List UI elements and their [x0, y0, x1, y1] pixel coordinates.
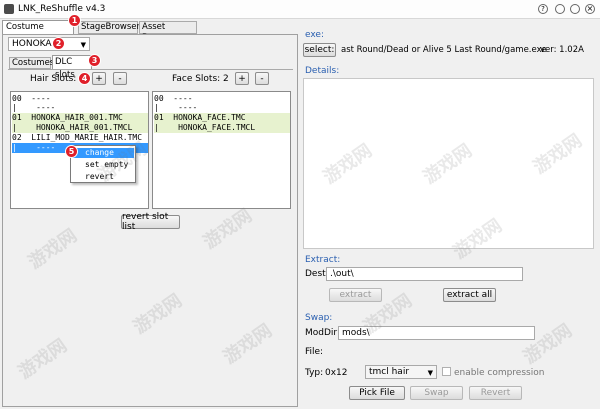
character-select[interactable]: HONOKA ▼ [8, 37, 90, 51]
hair-add-button[interactable]: + [92, 72, 106, 85]
help-icon[interactable]: ? [538, 4, 548, 14]
maximize-icon[interactable] [570, 4, 580, 14]
swap-group-title: Swap: [305, 313, 333, 323]
subtab-dlc-slots[interactable]: DLC slots [52, 55, 92, 80]
select-exe-button[interactable]: select: [303, 43, 336, 57]
window-title: LNK_ReShuffle v4.3 [18, 4, 106, 14]
list-item[interactable]: | HONOKA_FACE.TMCL [154, 123, 290, 133]
annotation-marker: 2 [52, 37, 65, 50]
minimize-icon[interactable] [555, 4, 565, 14]
file-label: File: [305, 347, 324, 357]
menu-item-change[interactable]: change [72, 148, 134, 158]
compression-label: enable compression [454, 368, 545, 378]
watermark: 游戏网 [519, 320, 576, 369]
type-select-value: tmcl hair [369, 367, 410, 377]
subtab-costumes[interactable]: Costumes [9, 57, 54, 69]
list-item[interactable]: | ---- [12, 103, 148, 113]
context-menu: change set empty revert [70, 145, 136, 183]
details-box [303, 78, 594, 249]
extract-button[interactable]: extract [329, 288, 382, 302]
face-remove-button[interactable]: - [255, 72, 269, 85]
list-item[interactable]: | HONOKA_HAIR_001.TMCL [12, 123, 148, 133]
main-tab-bar: Costume Browser StageBrowser Asset Brows… [2, 20, 298, 45]
dest-input[interactable]: .\out\ [326, 267, 523, 281]
typ-label: Typ: [305, 368, 324, 378]
hair-slots-label: Hair Slots: 3 [30, 74, 85, 84]
character-select-value: HONOKA [12, 39, 52, 49]
list-item[interactable]: | ---- [154, 103, 290, 113]
app-icon [4, 4, 14, 14]
swap-button[interactable]: Swap [410, 386, 463, 400]
face-slots-label: Face Slots: 2 [172, 74, 229, 84]
tab-asset-browser[interactable]: Asset Browser [139, 21, 197, 43]
moddir-input[interactable]: mods\ [338, 326, 535, 340]
chevron-down-icon: ▼ [80, 41, 86, 49]
typ-value: 0x12 [325, 368, 348, 378]
exe-version: ver: 1.02A [540, 45, 584, 55]
face-slot-list[interactable]: 00 ---- | ---- 01 HONOKA_FACE.TMC | HONO… [152, 91, 291, 209]
compression-checkbox[interactable] [442, 367, 451, 376]
annotation-marker: 3 [88, 54, 101, 67]
extract-all-button[interactable]: extract all [443, 288, 496, 302]
chevron-down-icon: ▼ [427, 369, 433, 377]
exe-group-title: exe: [305, 30, 324, 40]
close-icon[interactable]: × [585, 4, 595, 14]
type-select[interactable]: tmcl hair ▼ [365, 365, 437, 379]
exe-path: ast Round/Dead or Alive 5 Last Round/gam… [341, 45, 547, 55]
tab-costume-browser[interactable]: Costume Browser [2, 20, 74, 45]
pick-file-button[interactable]: Pick File [349, 386, 405, 400]
menu-item-set-empty[interactable]: set empty [72, 160, 134, 170]
revert-button[interactable]: Revert [469, 386, 522, 400]
title-bar: LNK_ReShuffle v4.3 ? × [0, 0, 600, 19]
face-add-button[interactable]: + [235, 72, 249, 85]
details-group-title: Details: [305, 66, 340, 76]
hair-remove-button[interactable]: - [113, 72, 127, 85]
tab-stage-browser[interactable]: StageBrowser [78, 21, 140, 34]
annotation-marker: 4 [78, 72, 91, 85]
moddir-label: ModDir: [305, 328, 340, 338]
revert-slot-list-button[interactable]: revert slot list [121, 212, 180, 232]
extract-group-title: Extract: [305, 255, 341, 265]
list-item[interactable]: 02 LILI_MOD_MARIE_HAIR.TMC [12, 133, 148, 143]
annotation-marker: 1 [68, 14, 81, 27]
list-item[interactable]: 01 HONOKA_HAIR_001.TMC [12, 113, 148, 123]
list-item[interactable]: 01 HONOKA_FACE.TMC [154, 113, 290, 123]
menu-item-revert[interactable]: revert [72, 172, 134, 182]
annotation-marker: 5 [65, 145, 78, 158]
